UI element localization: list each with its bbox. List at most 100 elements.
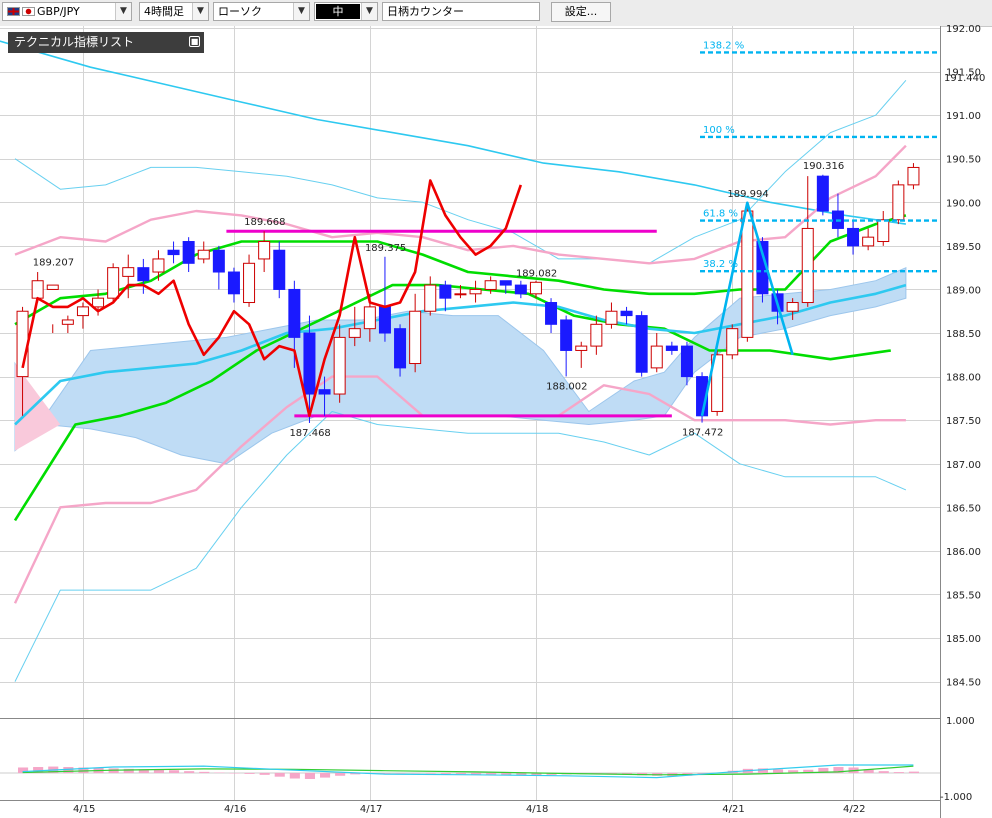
candle-body	[892, 184, 905, 221]
candle-body	[862, 236, 875, 247]
price-annotation: 189.082	[516, 268, 557, 279]
oscillator-bar	[878, 771, 889, 773]
oscillator-tick-label: 1.000	[946, 716, 975, 727]
oscillator-bar	[169, 770, 180, 773]
oscillator-bar	[274, 773, 285, 777]
candle-body	[847, 227, 860, 247]
candle-body	[122, 267, 135, 277]
candle	[726, 324, 739, 360]
y-tick-label: 188.00	[946, 373, 981, 384]
candle	[816, 174, 829, 216]
price-annotation: 189.994	[727, 189, 768, 200]
candle-body	[243, 262, 256, 304]
price-annotation: 189.207	[33, 257, 74, 268]
candle-body	[197, 249, 210, 260]
price-annotation: 190.316	[803, 161, 844, 172]
y-tick-label: 184.50	[946, 678, 981, 689]
oscillator-bar	[335, 773, 346, 776]
candle-body	[76, 306, 89, 317]
candle-body	[575, 345, 588, 351]
y-tick-label: 188.50	[946, 329, 981, 340]
candle-body	[212, 249, 225, 273]
candle-body	[137, 267, 150, 282]
candle-body	[741, 210, 754, 338]
fibonacci-label: 100 %	[703, 125, 735, 136]
y-tick-label: 190.00	[946, 198, 981, 209]
candle-body	[439, 284, 452, 299]
y-tick-label: 185.50	[946, 590, 981, 601]
candle-body	[258, 241, 271, 260]
y-tick-label: 189.50	[946, 242, 981, 253]
candle-body	[529, 281, 542, 295]
y-tick-label: 189.00	[946, 285, 981, 296]
oscillator-bar	[153, 769, 164, 773]
candle-body	[167, 249, 180, 256]
candle-body	[378, 306, 391, 334]
price-annotation: 187.472	[682, 428, 723, 439]
price-annotation: 189.375	[365, 243, 406, 254]
oscillator-bar	[455, 773, 466, 775]
y-tick-label: 186.50	[946, 503, 981, 514]
price-annotation: 188.002	[546, 381, 587, 392]
oscillator-bar	[199, 771, 210, 773]
y-tick-label: 190.50	[946, 155, 981, 166]
candle-body	[726, 328, 739, 356]
candle-body	[605, 310, 618, 325]
candle	[907, 163, 920, 190]
candle	[273, 241, 286, 299]
candle-body	[61, 319, 74, 325]
y-tick-label: 185.00	[946, 634, 981, 645]
y-tick-label: 192.00	[946, 24, 981, 35]
x-tick-label: 4/15	[73, 804, 95, 815]
y-tick-label: 186.00	[946, 547, 981, 558]
indicator-list-panel[interactable]: テクニカル指標リスト ■	[8, 32, 204, 53]
candle-body	[333, 336, 346, 395]
panel-toggle-icon[interactable]: ■	[189, 36, 200, 47]
candle-body	[363, 306, 376, 330]
candle-body	[786, 302, 799, 312]
candle-body	[545, 302, 558, 325]
candle	[635, 311, 648, 377]
oscillator-bar	[908, 771, 919, 773]
candle-body	[152, 258, 165, 273]
price-chart[interactable]: 138.2 % 100 % 61.8 % 38.2 % 189.207 189.668 18…	[0, 0, 992, 818]
candle-body	[590, 323, 603, 347]
candle-body	[348, 328, 361, 338]
candle-body	[499, 280, 512, 286]
candle-body	[454, 293, 467, 296]
oscillator-bar	[184, 771, 195, 773]
candle-body	[801, 227, 814, 304]
y-tick-label: 191.00	[946, 111, 981, 122]
oscillator-bar	[289, 773, 300, 779]
candle-body	[107, 267, 120, 299]
fibonacci-label: 38.2 %	[703, 259, 738, 270]
fibonacci-label: 61.8 %	[703, 209, 738, 220]
fibonacci-label: 138.2 %	[703, 40, 744, 51]
oscillator-bar	[244, 773, 255, 774]
oscillator-bar	[773, 769, 784, 773]
x-tick-label: 4/22	[843, 804, 865, 815]
candle-body	[182, 241, 195, 264]
candle-body	[227, 271, 240, 295]
candle-body	[92, 297, 105, 308]
price-annotation: 189.668	[244, 217, 285, 228]
oscillator-bar	[304, 773, 315, 779]
oscillator-bar	[320, 773, 331, 778]
candle-body	[816, 175, 829, 212]
x-tick-label: 4/21	[722, 804, 744, 815]
candle-body	[273, 249, 286, 290]
candle-body	[514, 284, 527, 295]
candle-body	[46, 284, 59, 290]
x-tick-label: 4/18	[526, 804, 548, 815]
oscillator-bar	[471, 773, 482, 775]
candle-body	[665, 345, 678, 351]
candle-body	[424, 284, 437, 312]
candle-body	[635, 315, 648, 373]
candle-body	[680, 345, 693, 378]
candle-body	[469, 288, 482, 295]
candle-body	[620, 310, 633, 317]
candle-body	[409, 310, 422, 365]
candle-body	[288, 288, 301, 338]
candle-body	[318, 389, 331, 395]
oscillator-bar	[425, 773, 436, 774]
